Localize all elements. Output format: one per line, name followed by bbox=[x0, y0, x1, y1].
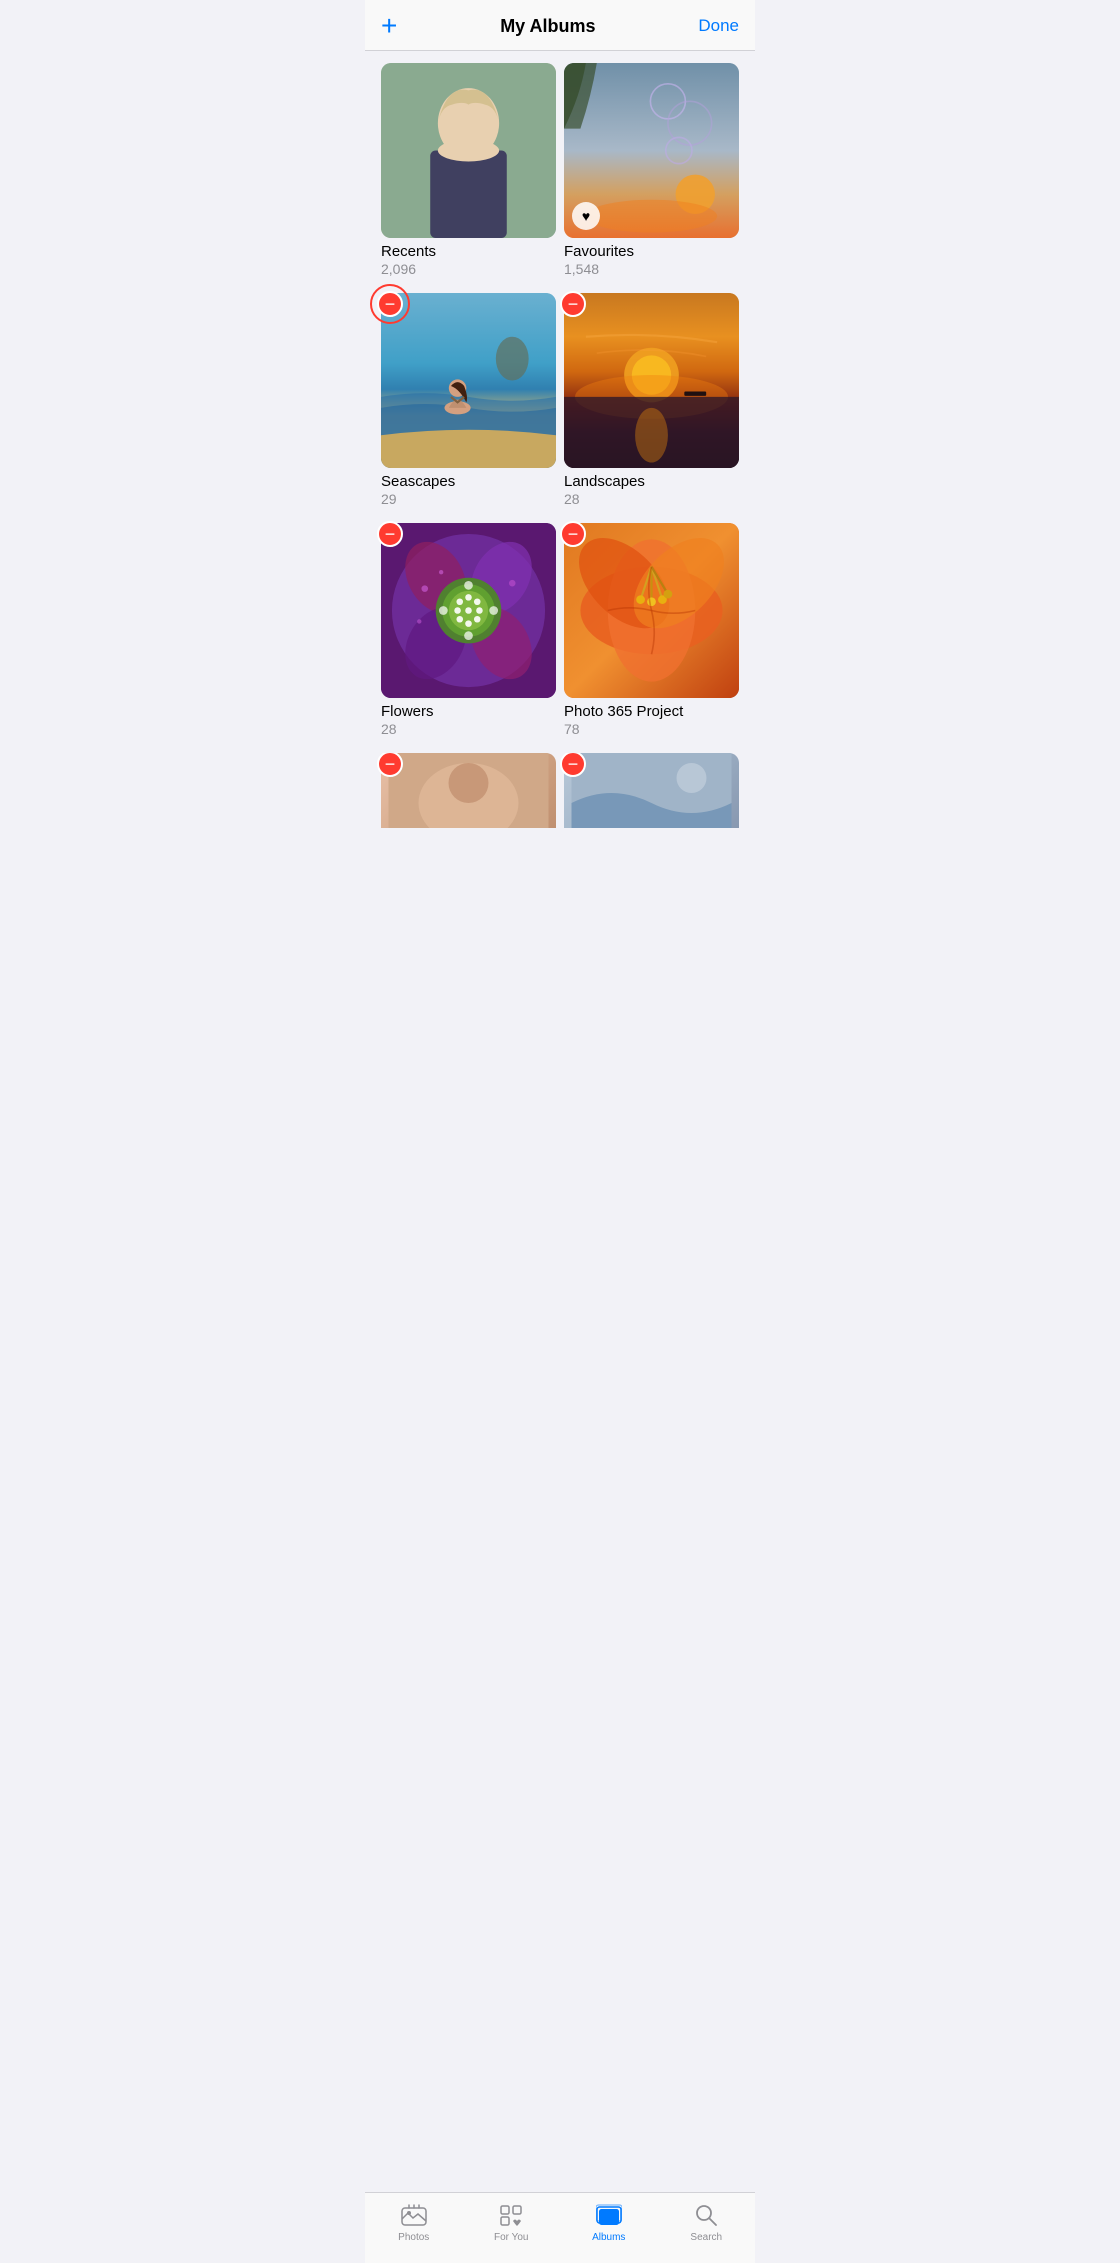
delete-badge-flowers[interactable]: − bbox=[377, 521, 403, 547]
album-count-seascapes: 29 bbox=[381, 491, 556, 507]
album-count-photo365: 78 bbox=[564, 721, 739, 737]
album-thumbnail-seascapes bbox=[381, 293, 556, 468]
nav-label-albums: Albums bbox=[592, 2232, 625, 2243]
album-name-favourites: Favourites bbox=[564, 243, 739, 260]
album-item-flowers[interactable]: − bbox=[377, 523, 560, 753]
favourites-heart-icon: ♥ bbox=[572, 202, 600, 230]
page-title: My Albums bbox=[500, 16, 595, 37]
bottom-navigation: Photos For You Albums bbox=[365, 2192, 755, 2263]
partial-albums-row: − − bbox=[365, 753, 755, 843]
albums-icon bbox=[595, 2201, 623, 2229]
partial1-svg bbox=[381, 753, 556, 828]
photos-icon bbox=[400, 2201, 428, 2229]
delete-badge-landscapes[interactable]: − bbox=[560, 291, 586, 317]
album-item-landscapes[interactable]: − bbox=[560, 293, 743, 523]
landscapes-thumb-svg bbox=[564, 293, 739, 468]
partial-album-2[interactable]: − bbox=[560, 753, 743, 843]
nav-label-search: Search bbox=[690, 2232, 722, 2243]
album-name-landscapes: Landscapes bbox=[564, 473, 739, 490]
photo365-thumb-svg bbox=[564, 523, 739, 698]
album-count-flowers: 28 bbox=[381, 721, 556, 737]
partial-thumb-1 bbox=[381, 753, 556, 828]
album-item-photo365[interactable]: − bbox=[560, 523, 743, 753]
flowers-thumb-svg bbox=[381, 523, 556, 698]
album-thumbnail-photo365 bbox=[564, 523, 739, 698]
album-thumbnail-flowers bbox=[381, 523, 556, 698]
partial2-svg bbox=[564, 753, 739, 828]
album-item-recents[interactable]: Recents 2,096 bbox=[377, 63, 560, 293]
album-name-seascapes: Seascapes bbox=[381, 473, 556, 490]
partial-album-1[interactable]: − bbox=[377, 753, 560, 843]
nav-item-photos[interactable]: Photos bbox=[365, 2201, 463, 2243]
add-album-button[interactable]: + bbox=[381, 12, 397, 40]
delete-badge-seascapes[interactable]: − bbox=[377, 291, 403, 317]
album-count-recents: 2,096 bbox=[381, 261, 556, 277]
for-you-icon bbox=[497, 2201, 525, 2229]
album-count-favourites: 1,548 bbox=[564, 261, 739, 277]
search-icon bbox=[692, 2201, 720, 2229]
nav-label-photos: Photos bbox=[398, 2232, 429, 2243]
album-thumbnail-landscapes bbox=[564, 293, 739, 468]
done-button[interactable]: Done bbox=[698, 16, 739, 36]
albums-grid: Recents 2,096 bbox=[365, 51, 755, 753]
seascapes-thumb-svg bbox=[381, 293, 556, 468]
nav-item-for-you[interactable]: For You bbox=[463, 2201, 561, 2243]
album-item-favourites[interactable]: ♥ Favourites 1,548 bbox=[560, 63, 743, 293]
album-thumbnail-recents bbox=[381, 63, 556, 238]
nav-item-search[interactable]: Search bbox=[658, 2201, 756, 2243]
recents-thumb-svg bbox=[381, 63, 556, 238]
album-thumbnail-favourites: ♥ bbox=[564, 63, 739, 238]
nav-label-for-you: For You bbox=[494, 2232, 528, 2243]
album-item-seascapes[interactable]: − bbox=[377, 293, 560, 523]
album-name-photo365: Photo 365 Project bbox=[564, 703, 739, 720]
app-header: + My Albums Done bbox=[365, 0, 755, 51]
album-count-landscapes: 28 bbox=[564, 491, 739, 507]
delete-badge-photo365[interactable]: − bbox=[560, 521, 586, 547]
album-name-flowers: Flowers bbox=[381, 703, 556, 720]
nav-item-albums[interactable]: Albums bbox=[560, 2201, 658, 2243]
album-name-recents: Recents bbox=[381, 243, 556, 260]
partial-thumb-2 bbox=[564, 753, 739, 828]
